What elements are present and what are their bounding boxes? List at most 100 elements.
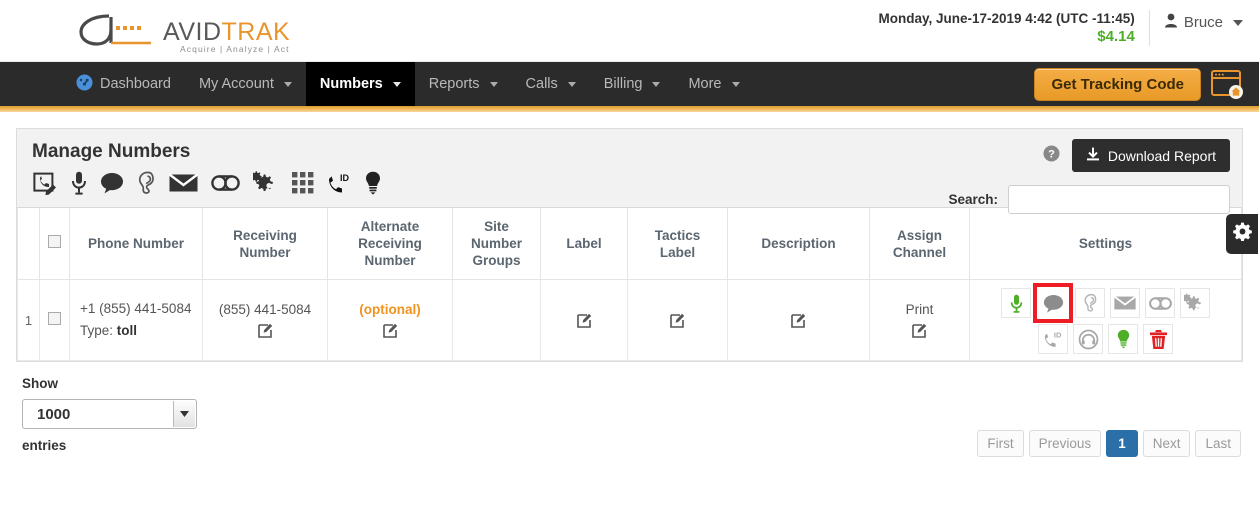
user-name: Bruce (1183, 14, 1223, 31)
chevron-down-icon (283, 81, 292, 87)
column-label: Label (540, 207, 628, 280)
row-checkbox[interactable] (48, 312, 61, 325)
account-balance: $4.14 (1097, 28, 1135, 45)
cell-description (727, 279, 870, 361)
cell-settings: ID (969, 279, 1242, 361)
cell-receiving-number: (855) 441-5084 (202, 279, 328, 361)
download-report-label: Download Report (1107, 147, 1216, 164)
chevron-down-icon (489, 81, 498, 87)
header-line: Label (659, 244, 696, 260)
record-microphone-icon[interactable] (1001, 288, 1031, 318)
gears-icon[interactable] (253, 171, 279, 195)
browser-window-home-icon[interactable] (1211, 69, 1245, 99)
phone-caller-id-icon[interactable]: ID (1038, 324, 1068, 354)
search-label: Search: (948, 192, 998, 207)
brand-logo[interactable]: AVIDTRAK Acquire | Analyze | Act (75, 8, 295, 54)
nav-label-more: More (688, 76, 722, 92)
phone-number-value: +1 (855) 441-5084 (80, 301, 192, 316)
brand-tagline: Acquire | Analyze | Act (180, 44, 290, 54)
edit-square-icon[interactable] (670, 313, 685, 331)
entries-select[interactable]: 1000 (22, 399, 197, 429)
chevron-down-icon (731, 81, 740, 87)
help-circle-icon[interactable]: ? (1043, 145, 1060, 167)
voicemail-infinity-icon[interactable] (1145, 288, 1175, 318)
phone-caller-id-icon[interactable]: ID (327, 172, 352, 195)
assign-channel-value: Print (905, 301, 934, 317)
search-input[interactable] (1008, 185, 1230, 214)
settings-flyout-tab[interactable] (1226, 214, 1258, 254)
lightbulb-icon[interactable] (365, 171, 381, 195)
app-page: AVIDTRAK Acquire | Analyze | Act Monday,… (0, 0, 1259, 509)
pagination-previous[interactable]: Previous (1028, 430, 1102, 457)
voicemail-infinity-icon[interactable] (211, 174, 240, 192)
envelope-icon[interactable] (1110, 288, 1140, 318)
pagination-page-1[interactable]: 1 (1106, 430, 1138, 457)
lightbulb-icon[interactable] (1108, 324, 1138, 354)
table-footer: Show 1000 entries First Previous 1 Next … (0, 362, 1259, 457)
svg-text:?: ? (1048, 148, 1055, 160)
pagination-first[interactable]: First (977, 430, 1024, 457)
microphone-icon[interactable] (71, 171, 87, 195)
row-index: 1 (17, 279, 40, 361)
nav-item-billing[interactable]: Billing (590, 62, 675, 106)
settings-icon-row-2: ID (972, 324, 1239, 354)
nav-label-dashboard: Dashboard (100, 76, 171, 92)
search-row: Search: (948, 185, 1230, 214)
numbers-table: Phone Number Receiving Number Alternate … (17, 207, 1242, 361)
gears-icon[interactable] (1180, 288, 1210, 318)
select-all-checkbox[interactable] (48, 235, 61, 248)
trash-icon[interactable] (1143, 324, 1173, 354)
envelope-icon[interactable] (169, 173, 198, 193)
nav-item-dashboard[interactable]: Dashboard (62, 62, 185, 106)
keypad-grid-icon[interactable] (292, 172, 314, 194)
card-header: Manage Numbers ID ? Download Report Sear… (17, 129, 1242, 214)
edit-square-icon[interactable] (576, 313, 592, 331)
download-report-button[interactable]: Download Report (1071, 139, 1230, 172)
column-tactics-label: Tactics Label (627, 207, 728, 280)
nav-item-my-account[interactable]: My Account (185, 62, 306, 106)
user-menu[interactable]: Bruce (1150, 10, 1243, 32)
nav-item-calls[interactable]: Calls (512, 62, 590, 106)
receiving-number-value: (855) 441-5084 (218, 301, 312, 317)
ear-whisper-icon[interactable] (137, 171, 156, 195)
header-line: Channel (892, 244, 947, 260)
column-description: Description (727, 207, 870, 280)
speech-bubble-icon[interactable] (1033, 283, 1073, 323)
cell-alternate-receiving-number: (optional) (327, 279, 453, 361)
nav-items: Dashboard My Account Numbers Reports Cal… (62, 62, 754, 106)
edit-square-icon[interactable] (912, 323, 927, 341)
speech-bubble-icon[interactable] (100, 172, 124, 194)
pagination-next[interactable]: Next (1142, 430, 1191, 457)
headset-icon[interactable] (1073, 324, 1103, 354)
cell-phone-number: +1 (855) 441-5084 Type: toll (69, 279, 203, 361)
phone-type-value: toll (116, 323, 138, 338)
column-index (17, 207, 40, 280)
phone-type-label: Type: (80, 323, 114, 338)
nav-item-reports[interactable]: Reports (415, 62, 512, 106)
nav-right-group: Get Tracking Code (1034, 62, 1259, 106)
alternate-receiving-value: (optional) (359, 301, 421, 317)
phone-edit-icon[interactable] (33, 172, 58, 195)
edit-square-icon[interactable] (382, 323, 398, 341)
column-receiving-number: Receiving Number (202, 207, 328, 280)
pagination: First Previous 1 Next Last (977, 430, 1241, 457)
get-tracking-code-button[interactable]: Get Tracking Code (1034, 67, 1201, 101)
pagination-last[interactable]: Last (1195, 430, 1241, 457)
ear-whisper-icon[interactable] (1075, 288, 1105, 318)
edit-square-icon[interactable] (257, 323, 273, 341)
phone-type: Type: toll (74, 320, 198, 342)
card-header-actions: ? Download Report Search: (948, 139, 1230, 214)
chevron-down-icon (567, 81, 576, 87)
header-line: Assign (896, 227, 942, 243)
edit-square-icon[interactable] (791, 313, 806, 331)
cell-assign-channel: Print (869, 279, 970, 361)
chevron-down-icon (173, 401, 195, 427)
header-line: Number (239, 244, 291, 260)
gear-icon (1232, 222, 1252, 246)
nav-label-calls: Calls (525, 76, 558, 92)
nav-item-more[interactable]: More (674, 62, 753, 106)
nav-item-numbers[interactable]: Numbers (305, 62, 415, 106)
column-select-all (39, 207, 70, 280)
header-line: Tactics (654, 227, 701, 243)
table-row: 1 +1 (855) 441-5084 Type: toll (855) 441… (17, 279, 1242, 361)
